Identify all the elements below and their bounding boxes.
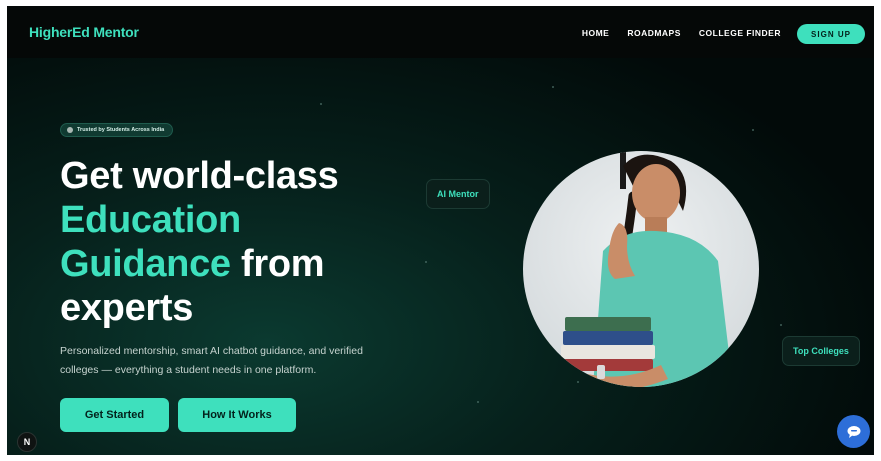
trusted-badge-text: Trusted by Students Across India [77, 127, 165, 133]
star-dot [577, 381, 579, 383]
nav-roadmaps[interactable]: ROADMAPS [627, 28, 681, 38]
star-dot [320, 103, 322, 105]
ai-mentor-chip: AI Mentor [426, 179, 490, 209]
star-dot [477, 401, 479, 403]
hero-headline: Get world-class Education Guidance from … [60, 154, 420, 330]
star-dot [752, 129, 754, 131]
hero-subtext: Personalized mentorship, smart AI chatbo… [60, 345, 363, 376]
student-illustration [561, 151, 733, 387]
star-dot [552, 86, 554, 88]
trusted-badge-icon [67, 127, 73, 133]
how-it-works-button[interactable]: How It Works [178, 398, 296, 432]
chat-bubble-icon [847, 425, 860, 438]
headline-accent-guidance: Guidance [60, 243, 231, 285]
headline-accent-education: Education [60, 199, 241, 241]
headline-line-1: Get world-class [60, 155, 339, 197]
nav-links: HOME ROADMAPS COLLEGE FINDER [582, 28, 781, 38]
nav-college-finder[interactable]: COLLEGE FINDER [699, 28, 781, 38]
get-started-button[interactable]: Get Started [60, 398, 169, 432]
brand-logo[interactable]: HigherEd Mentor [29, 24, 139, 40]
student-portrait [523, 151, 759, 387]
headline-from: from [230, 243, 325, 285]
headline-experts: experts [60, 287, 194, 329]
nextjs-badge[interactable]: N [17, 432, 37, 452]
trusted-badge: Trusted by Students Across India [60, 123, 174, 137]
nav-home[interactable]: HOME [582, 28, 610, 38]
top-navbar: HigherEd Mentor HOME ROADMAPS COLLEGE FI… [7, 6, 874, 58]
top-colleges-chip: Top Colleges [782, 336, 860, 366]
chat-launcher-button[interactable] [837, 415, 870, 448]
page-frame: HigherEd Mentor HOME ROADMAPS COLLEGE FI… [7, 6, 874, 455]
sign-up-button[interactable]: SIGN UP [797, 24, 865, 44]
star-dot [780, 324, 782, 326]
star-dot [425, 261, 427, 263]
